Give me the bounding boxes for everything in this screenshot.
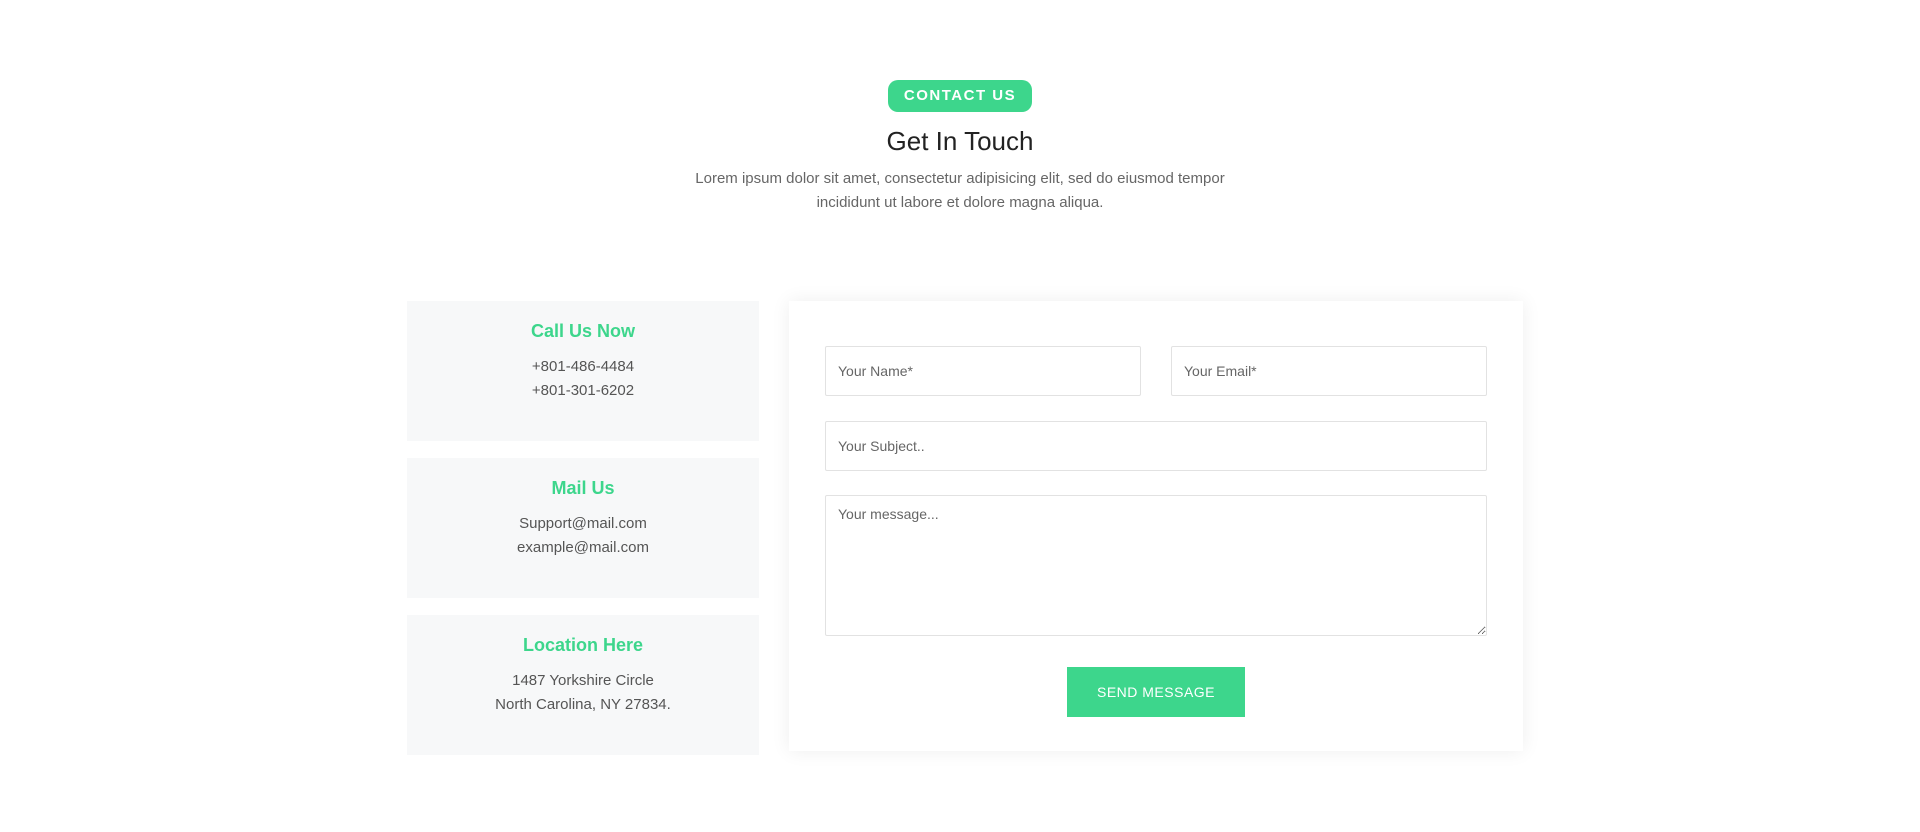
send-message-button[interactable]: SEND MESSAGE: [1067, 667, 1245, 717]
email-address-2: example@mail.com: [517, 539, 649, 556]
contact-form: SEND MESSAGE: [789, 301, 1523, 751]
phone-number-2: +801-301-6202: [531, 382, 635, 399]
phone-number-1: +801-486-4484: [531, 358, 635, 375]
section-header: CONTACT US Get In Touch Lorem ipsum dolo…: [0, 80, 1920, 215]
contact-us-badge: CONTACT US: [887, 80, 1033, 112]
mail-us-title: Mail Us: [551, 478, 615, 498]
subject-input[interactable]: [825, 421, 1487, 471]
email-address-1: Support@mail.com: [519, 515, 647, 532]
mail-us-card: Mail Us Support@mail.com example@mail.co…: [407, 458, 759, 598]
address-line-2: North Carolina, NY 27834.: [495, 696, 671, 713]
call-us-title: Call Us Now: [530, 321, 636, 341]
name-input[interactable]: [825, 346, 1141, 396]
message-textarea[interactable]: [825, 495, 1487, 636]
location-card: Location Here 1487 Yorkshire Circle Nort…: [407, 615, 759, 755]
address-line-1: 1487 Yorkshire Circle: [512, 672, 654, 689]
contact-section: CONTACT US Get In Touch Lorem ipsum dolo…: [0, 0, 1920, 832]
location-title: Location Here: [522, 635, 644, 655]
email-input[interactable]: [1171, 346, 1487, 396]
call-us-card: Call Us Now +801-486-4484 +801-301-6202: [407, 301, 759, 441]
section-subtitle: Lorem ipsum dolor sit amet, consectetur …: [695, 170, 1225, 211]
section-title: Get In Touch: [886, 126, 1034, 156]
